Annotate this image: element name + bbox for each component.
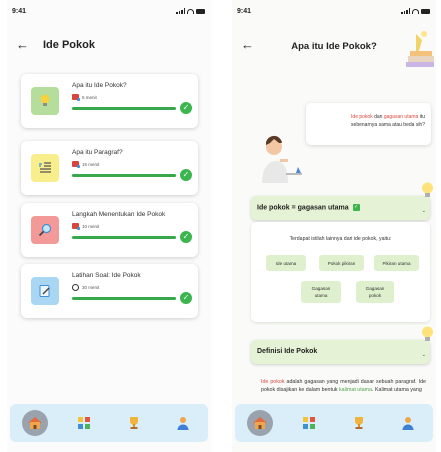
section-intro: Terdapat istilah lainnya dari ide pokok,… <box>289 236 392 242</box>
lesson-list-screen: 9:41 ← Ide Pokok Apa itu Ide Pokok? 5 me… <box>7 0 211 452</box>
definition-highlight-2: kalimat utama <box>339 387 373 393</box>
trophy-icon[interactable] <box>121 410 147 436</box>
clock-icon <box>72 284 79 291</box>
profile-icon[interactable] <box>395 410 421 436</box>
progress-bar <box>72 236 176 239</box>
lesson-title: Langkah Menentukan Ide Pokok <box>72 211 166 218</box>
definition-body-2: . Kalimat utama yang <box>372 387 422 393</box>
lesson-title: Apa itu Ide Pokok? <box>72 82 127 89</box>
lesson-card[interactable]: Langkah Menentukan Ide Pokok 10 menit ✓ <box>21 203 198 257</box>
progress-bar <box>72 297 176 300</box>
term-chip: Ide utama <box>266 255 306 271</box>
lesson-duration: 5 menit <box>82 94 97 100</box>
progress-bar <box>72 107 176 110</box>
trophy-icon[interactable] <box>346 410 372 436</box>
profile-icon[interactable] <box>170 410 196 436</box>
lightbulb-icon <box>31 87 59 115</box>
term-chip: Pikiran utama <box>374 255 419 271</box>
lessons-icon[interactable] <box>296 410 322 436</box>
book-icon <box>72 94 80 101</box>
lessons-icon[interactable] <box>71 410 97 436</box>
status-bar: 9:41 <box>232 6 436 20</box>
speech-line-2: sebenarnya sama atau beda sih? <box>351 121 425 128</box>
paragraph-icon <box>31 154 59 182</box>
lesson-meta: 5 menit <box>72 94 97 101</box>
system-icons <box>176 8 205 14</box>
header: ← Ide Pokok <box>7 36 211 56</box>
lesson-duration: 15 menit <box>82 161 100 167</box>
check-icon: ✓ <box>180 169 192 181</box>
lesson-meta: 10 menit <box>72 223 100 230</box>
signal-icon <box>176 8 185 14</box>
status-time: 9:41 <box>12 8 27 15</box>
definition-text: Ide pokok adalah gagasan yang menjadi da… <box>261 378 426 394</box>
check-icon: ✓ <box>180 292 192 304</box>
battery-icon <box>421 8 430 14</box>
lesson-duration: 10 menit <box>82 223 100 229</box>
system-icons <box>401 8 430 14</box>
lesson-card[interactable]: Latihan Soal: Ide Pokok 30 menit ✓ <box>21 264 198 318</box>
definition-highlight: Ide pokok <box>261 379 285 385</box>
speech-highlight-1: Ide pokok <box>351 114 373 120</box>
speech-highlight-2: gagasan utama <box>383 114 419 120</box>
edit-icon <box>31 277 59 305</box>
speech-text: dan <box>372 114 384 120</box>
lightbulb-icon <box>422 182 433 197</box>
lesson-duration: 30 menit <box>82 285 100 290</box>
term-chip: Pokok pikiran <box>319 255 364 271</box>
lightbulb-icon <box>422 326 433 341</box>
section-body: Terdapat istilah lainnya dari ide pokok,… <box>251 222 430 322</box>
book-icon <box>72 223 80 230</box>
chevron-down-icon: ⌄ <box>421 352 426 358</box>
lesson-card[interactable]: Apa itu Ide Pokok? 5 menit ✓ <box>21 74 198 128</box>
wifi-icon <box>412 8 419 14</box>
books-illustration <box>406 31 434 67</box>
book-icon <box>72 161 80 168</box>
speech-text-2: itu <box>418 114 425 120</box>
magnifier-icon <box>31 216 59 244</box>
signal-icon <box>401 8 410 14</box>
progress-bar <box>72 174 176 177</box>
bottom-nav <box>10 404 208 442</box>
status-time: 9:41 <box>237 8 252 15</box>
lesson-card[interactable]: Apa itu Paragraf? 15 menit ✓ <box>21 141 198 195</box>
status-bar: 9:41 <box>7 6 211 20</box>
lesson-meta: 15 menit <box>72 161 100 168</box>
term-chip: Gagasan utama <box>301 281 341 303</box>
section-title: Ide pokok = gagasan utama <box>257 204 349 212</box>
checkbox-icon: ✓ <box>352 204 360 211</box>
lesson-title: Latihan Soal: Ide Pokok <box>72 272 141 279</box>
chevron-down-icon: ⌄ <box>421 208 426 214</box>
home-icon[interactable] <box>21 410 48 436</box>
check-icon: ✓ <box>180 102 192 114</box>
term-chip: Gagasan pokok <box>356 281 394 303</box>
check-icon: ✓ <box>180 231 192 243</box>
home-icon[interactable] <box>246 410 273 436</box>
lesson-meta: 30 menit <box>72 284 99 291</box>
section-header-ide-pokok[interactable]: Ide pokok = gagasan utama ✓ ⌄ <box>251 196 430 220</box>
section-header-definisi[interactable]: Definisi Ide Pokok ⌄ <box>251 340 430 364</box>
lesson-detail-screen: 9:41 ← Apa itu Ide Pokok? Ide pokok dan … <box>232 0 436 452</box>
back-arrow-icon[interactable]: ← <box>16 36 29 54</box>
speech-bubble: Ide pokok dan gagasan utama itu sebenarn… <box>306 103 431 145</box>
bottom-nav <box>235 404 433 442</box>
thinking-person-illustration <box>262 135 302 183</box>
page-title: Ide Pokok <box>43 39 95 51</box>
lesson-title: Apa itu Paragraf? <box>72 149 123 156</box>
section-title: Definisi Ide Pokok <box>257 348 318 355</box>
battery-icon <box>196 8 205 14</box>
wifi-icon <box>187 8 194 14</box>
